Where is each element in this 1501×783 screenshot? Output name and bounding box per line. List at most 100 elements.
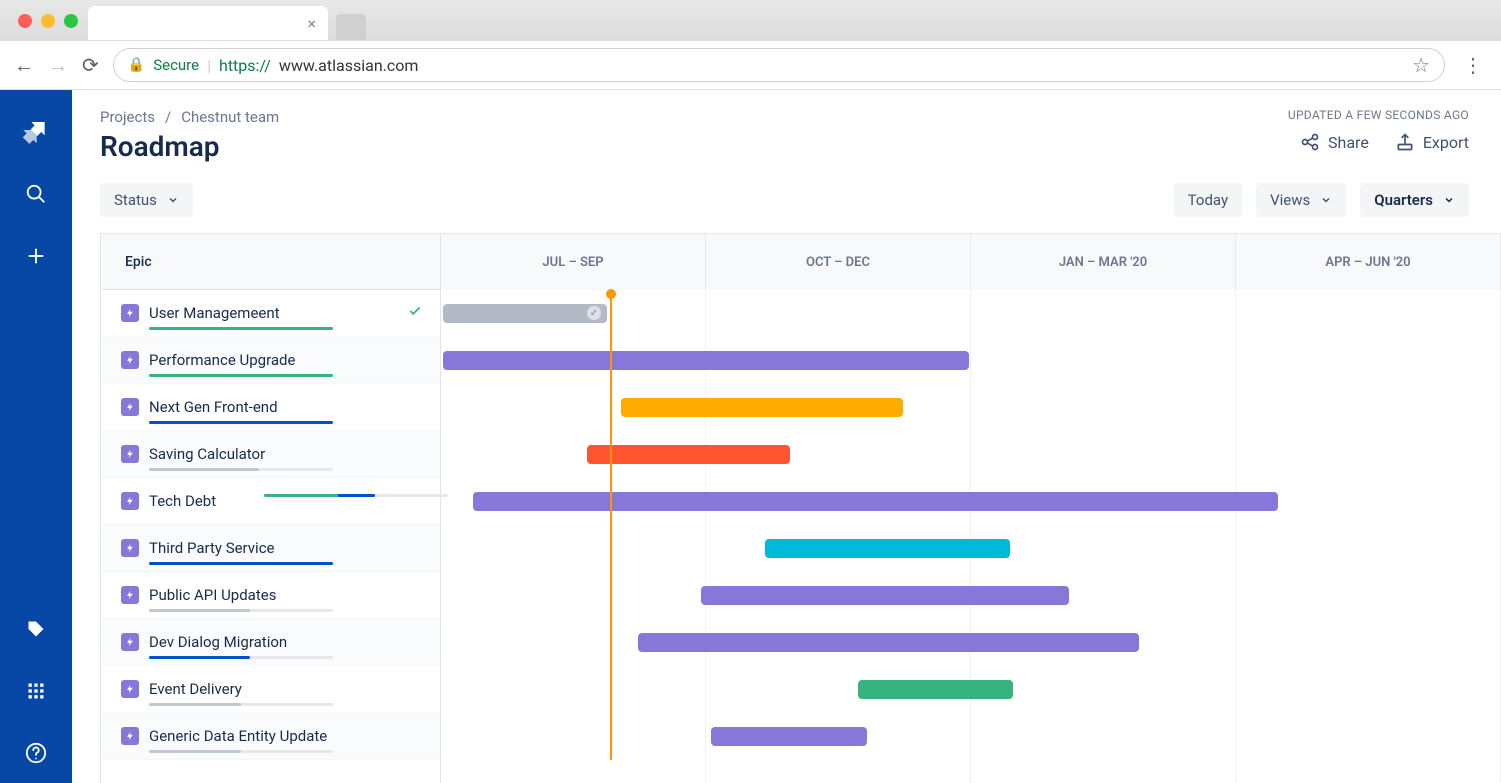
browser-menu-icon[interactable]: ⋮ (1459, 53, 1487, 77)
today-button[interactable]: Today (1174, 183, 1242, 217)
search-icon[interactable] (20, 178, 52, 210)
epic-name: Generic Data Entity Update (149, 727, 327, 745)
epic-progress (149, 421, 333, 424)
epic-name: Saving Calculator (149, 445, 265, 463)
gantt-row (441, 619, 1501, 666)
minimize-window-icon[interactable] (41, 14, 55, 28)
epic-icon (121, 351, 139, 369)
epic-row[interactable]: User Managemeent (101, 290, 440, 337)
epic-row[interactable]: Tech Debt (101, 478, 440, 525)
app-sidebar (0, 90, 72, 783)
tag-icon[interactable] (20, 613, 52, 645)
quarters-dropdown[interactable]: Quarters (1360, 183, 1469, 217)
epic-name: Public API Updates (149, 586, 276, 604)
epic-name: Third Party Service (149, 539, 275, 557)
gantt-bar[interactable] (443, 351, 969, 370)
gantt-row (441, 525, 1501, 572)
maximize-window-icon[interactable] (64, 14, 78, 28)
export-label: Export (1423, 133, 1469, 152)
updated-label: UPDATED A FEW SECONDS AGO (1288, 108, 1469, 122)
jira-logo-icon[interactable] (20, 116, 52, 148)
epic-progress (149, 656, 333, 659)
epic-name: Tech Debt (149, 492, 216, 510)
gantt-bar[interactable] (621, 398, 903, 417)
gantt-bar[interactable] (858, 680, 1013, 699)
gantt-bar[interactable] (765, 539, 1010, 558)
gantt-row (441, 666, 1501, 713)
status-filter[interactable]: Status (100, 183, 193, 217)
url-protocol: https:// (219, 56, 271, 75)
gantt-bar[interactable]: ✓ (443, 304, 607, 323)
lock-icon: 🔒 (128, 57, 145, 73)
forward-icon[interactable]: → (48, 53, 68, 78)
quarters-label: Quarters (1374, 191, 1433, 209)
epic-icon (121, 539, 139, 557)
today-label: Today (1188, 191, 1228, 209)
epic-row[interactable]: Performance Upgrade (101, 337, 440, 384)
quarter-header: JUL – SEP (441, 234, 706, 290)
browser-tab[interactable]: × (88, 6, 328, 40)
epic-icon (121, 492, 139, 510)
quarter-header: APR – JUN '20 (1236, 234, 1501, 290)
epic-row[interactable]: Third Party Service (101, 525, 440, 572)
epic-icon (121, 445, 139, 463)
epic-progress (149, 327, 333, 330)
quarter-header: OCT – DEC (706, 234, 971, 290)
new-tab-button[interactable] (336, 14, 366, 40)
gantt-bar[interactable] (711, 727, 867, 746)
share-button[interactable]: Share (1300, 132, 1369, 152)
epic-progress (149, 750, 333, 753)
breadcrumb: Projects / Chestnut team (100, 108, 279, 126)
epic-progress (149, 468, 333, 471)
chevron-down-icon (167, 194, 179, 206)
close-window-icon[interactable] (18, 14, 32, 28)
breadcrumb-team[interactable]: Chestnut team (181, 108, 279, 126)
export-button[interactable]: Export (1395, 132, 1469, 152)
bookmark-star-icon[interactable]: ☆ (1412, 53, 1430, 77)
status-label: Status (114, 191, 157, 209)
epic-name: Dev Dialog Migration (149, 633, 287, 651)
epic-row[interactable]: Public API Updates (101, 572, 440, 619)
roadmap-grid: Epic User ManagemeentPerformance Upgrade… (100, 233, 1501, 783)
gantt-bar[interactable] (473, 492, 1278, 511)
epic-row[interactable]: Generic Data Entity Update (101, 713, 440, 760)
epic-row[interactable]: Event Delivery (101, 666, 440, 713)
epic-icon (121, 633, 139, 651)
apps-grid-icon[interactable] (20, 675, 52, 707)
bar-done-icon: ✓ (587, 306, 601, 320)
gantt-bar[interactable] (701, 586, 1069, 605)
gantt-bar[interactable] (638, 633, 1139, 652)
epic-progress (149, 609, 333, 612)
views-dropdown[interactable]: Views (1256, 183, 1346, 217)
gantt-row (441, 572, 1501, 619)
create-icon[interactable] (20, 240, 52, 272)
breadcrumb-projects[interactable]: Projects (100, 108, 155, 126)
epic-name: Next Gen Front-end (149, 398, 278, 416)
epic-progress (149, 562, 333, 565)
quarter-header: JAN – MAR '20 (971, 234, 1236, 290)
gantt-row (441, 431, 1501, 478)
epic-row[interactable]: Next Gen Front-end (101, 384, 440, 431)
gantt-row (441, 713, 1501, 760)
today-marker (610, 290, 612, 760)
close-tab-icon[interactable]: × (307, 14, 316, 33)
chevron-down-icon (1443, 194, 1455, 206)
epic-row[interactable]: Saving Calculator (101, 431, 440, 478)
views-label: Views (1270, 191, 1310, 209)
page-title: Roadmap (100, 130, 220, 163)
reload-icon[interactable]: ⟳ (82, 53, 99, 77)
epic-icon (121, 727, 139, 745)
share-label: Share (1328, 133, 1369, 152)
gantt-row (441, 337, 1501, 384)
epic-progress (149, 703, 333, 706)
help-icon[interactable] (20, 737, 52, 769)
epic-column-header: Epic (101, 234, 440, 290)
back-icon[interactable]: ← (14, 53, 34, 78)
window-controls (10, 14, 88, 40)
gantt-row (441, 478, 1501, 525)
address-bar[interactable]: 🔒 Secure | https://www.atlassian.com ☆ (113, 48, 1445, 82)
gantt-bar[interactable] (587, 445, 790, 464)
epic-row[interactable]: Dev Dialog Migration (101, 619, 440, 666)
epic-icon (121, 680, 139, 698)
epic-progress (264, 494, 448, 497)
